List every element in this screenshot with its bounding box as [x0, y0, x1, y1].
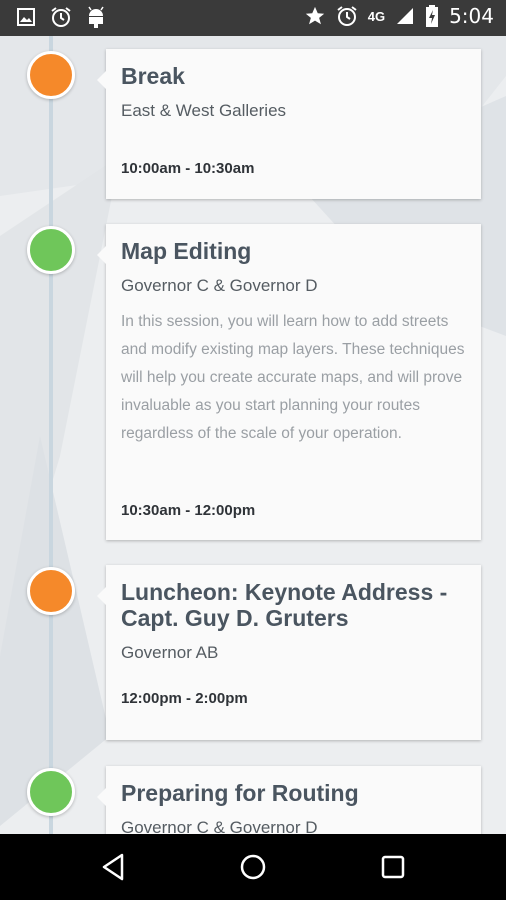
alarm-icon [336, 5, 358, 27]
battery-icon [425, 5, 439, 27]
session-card[interactable]: Break East & West Galleries 10:00am - 10… [97, 49, 481, 199]
timeline-line [49, 36, 53, 834]
session-room: Governor AB [121, 643, 219, 662]
session-card[interactable]: Preparing for Routing Governor C & Gover… [97, 766, 481, 834]
recents-icon[interactable] [379, 852, 407, 882]
session-room: Governor C & Governor D [121, 276, 318, 295]
status-bar: 4G 5:04 [0, 0, 506, 36]
session-room: East & West Galleries [121, 101, 287, 120]
star-icon [304, 5, 326, 27]
alarm-icon [50, 6, 72, 28]
session-card[interactable]: Luncheon: Keynote Address - Capt. Guy D.… [97, 565, 481, 740]
schedule-timeline[interactable]: Break East & West Galleries 10:00am - 10… [0, 36, 506, 834]
android-icon [86, 6, 106, 28]
session-time: 12:00pm - 2:00pm [121, 690, 248, 707]
home-icon[interactable] [239, 852, 267, 882]
timeline-dot-green [27, 768, 75, 816]
session-title: Map Editing [121, 238, 252, 264]
timeline-dot-orange [27, 567, 75, 615]
session-description: In this session, you will learn how to a… [121, 313, 465, 442]
image-icon [16, 7, 36, 27]
timeline-dot-green [27, 226, 75, 274]
session-title: Break [121, 63, 185, 89]
session-card[interactable]: Map Editing Governor C & Governor D In t… [97, 224, 481, 540]
session-time: 10:00am - 10:30am [121, 160, 255, 177]
navigation-bar [0, 834, 506, 900]
session-title: Preparing for Routing [121, 780, 359, 806]
session-time: 10:30am - 12:00pm [121, 502, 256, 519]
timeline-dot-orange [27, 51, 75, 99]
session-room: Governor C & Governor D [121, 818, 318, 834]
clock-time: 5:04 [449, 4, 494, 28]
session-title: Luncheon: Keynote Address - Capt. Guy D.… [121, 579, 448, 631]
back-icon[interactable] [100, 852, 128, 882]
signal-icon [395, 6, 415, 26]
network-type: 4G [367, 8, 386, 24]
